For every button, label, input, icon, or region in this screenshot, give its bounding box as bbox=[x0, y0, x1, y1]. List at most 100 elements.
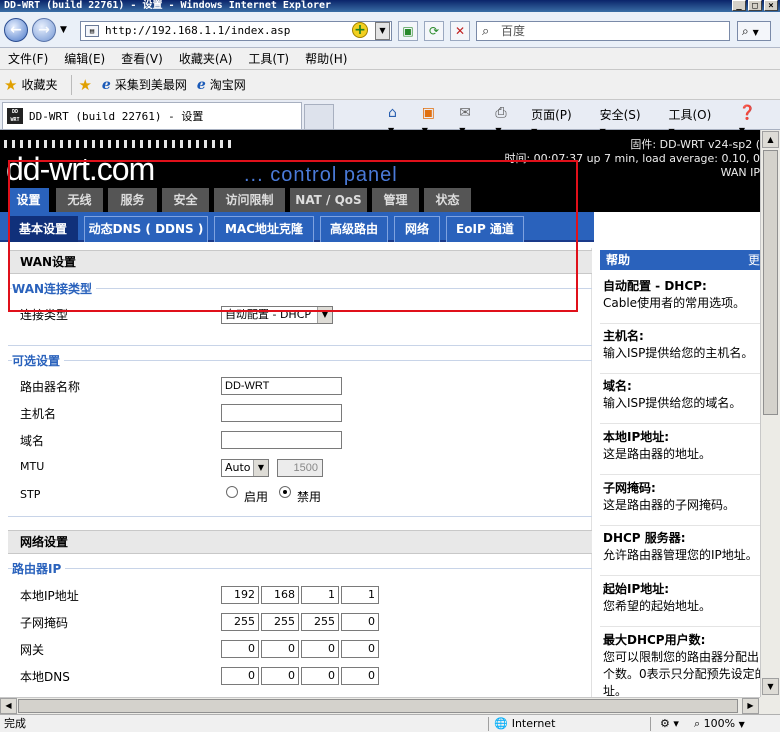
security-zone[interactable]: 🌐 Internet bbox=[494, 715, 555, 732]
ip-octet-input[interactable]: 0 bbox=[341, 667, 379, 685]
vertical-scrollbar[interactable]: ▲ ▼ bbox=[760, 130, 780, 697]
subtab-ddns[interactable]: 动态DNS ( DDNS ) bbox=[84, 216, 208, 242]
protected-mode-icon[interactable]: ⚙ ▾ bbox=[660, 715, 679, 732]
forward-arrow-icon: → bbox=[38, 22, 50, 38]
stp-disable-radio[interactable] bbox=[279, 486, 291, 498]
ip-octet-input[interactable]: 168 bbox=[261, 586, 299, 604]
search-button[interactable]: ⌕ ▼ bbox=[737, 21, 771, 41]
header-dots-decoration bbox=[4, 140, 234, 148]
connection-type-select[interactable]: 自动配置 - DHCP ▼ bbox=[221, 306, 333, 324]
scroll-right-icon[interactable]: ▶ bbox=[742, 698, 759, 714]
browser-tab-active[interactable]: DD WRT DD-WRT (build 22761) - 设置 bbox=[2, 102, 302, 129]
horizontal-scroll-thumb[interactable] bbox=[18, 699, 738, 713]
help-item: 最大DHCP用户数: 您可以限制您的路由器分配出的地址个数。0表示只分配预先设定的… bbox=[600, 632, 760, 697]
mtu-value-input[interactable]: 1500 bbox=[277, 459, 323, 477]
vertical-scroll-thumb[interactable] bbox=[763, 150, 778, 415]
ie-page-icon: e bbox=[196, 76, 206, 93]
tab-nat-qos[interactable]: NAT / QoS bbox=[290, 188, 368, 212]
ip-row-label: 本地DNS bbox=[20, 670, 70, 684]
menu-tools[interactable]: 工具(T) bbox=[242, 50, 295, 67]
address-dropdown-button[interactable]: ▼ bbox=[375, 22, 390, 40]
add-favorite-button[interactable]: ★ bbox=[78, 76, 91, 94]
ip-octet-input[interactable]: 255 bbox=[261, 613, 299, 631]
help-item-desc: 您希望的起始地址。 bbox=[603, 599, 712, 613]
ip-octet-input[interactable]: 192 bbox=[221, 586, 259, 604]
ie-page-icon: e bbox=[101, 76, 111, 93]
router-name-input[interactable]: DD-WRT bbox=[221, 377, 342, 395]
help-item: 自动配置 - DHCP: Cable使用者的常用选项。 bbox=[600, 278, 760, 324]
menu-help[interactable]: 帮助(H) bbox=[299, 50, 353, 67]
scroll-up-icon[interactable]: ▲ bbox=[762, 131, 779, 148]
ip-octet-input[interactable]: 255 bbox=[301, 613, 339, 631]
menu-edit[interactable]: 编辑(E) bbox=[58, 50, 111, 67]
ip-octet-input[interactable]: 1 bbox=[301, 586, 339, 604]
firmware-info: 固件: DD-WRT v24-sp2 ( 时间: 00:07:37 up 7 m… bbox=[504, 138, 760, 180]
tab-services[interactable]: 服务 bbox=[108, 188, 158, 212]
horizontal-scrollbar[interactable]: ◀ ▶ bbox=[0, 697, 760, 714]
ip-octet-input[interactable]: 0 bbox=[261, 640, 299, 658]
help-item: 起始IP地址: 您希望的起始地址。 bbox=[600, 581, 760, 627]
favorites-button[interactable]: ★ 收藏夹 bbox=[4, 76, 57, 94]
subtab-mac-clone[interactable]: MAC地址克隆 bbox=[214, 216, 314, 242]
favorite-link-2[interactable]: e 淘宝网 bbox=[197, 76, 246, 93]
scroll-down-icon[interactable]: ▼ bbox=[762, 678, 779, 695]
tab-administration[interactable]: 管理 bbox=[372, 188, 420, 212]
control-panel-subtitle: ... control panel bbox=[244, 164, 398, 186]
ip-octet-input[interactable]: 0 bbox=[221, 640, 259, 658]
refresh-icon[interactable]: ⟳ bbox=[424, 21, 444, 41]
ip-octet-input[interactable]: 0 bbox=[341, 613, 379, 631]
zoom-control[interactable]: ⌕ 100% ▼ bbox=[694, 715, 745, 732]
new-tab-button[interactable] bbox=[304, 104, 334, 129]
hostname-input[interactable] bbox=[221, 404, 342, 422]
mtu-mode-select[interactable]: Auto ▼ bbox=[221, 459, 269, 477]
maximize-button[interactable]: □ bbox=[748, 0, 762, 11]
scroll-left-icon[interactable]: ◀ bbox=[0, 698, 17, 714]
tab-wireless[interactable]: 无线 bbox=[56, 188, 104, 212]
ip-octet-input[interactable]: 0 bbox=[301, 640, 339, 658]
ip-octet-input[interactable]: 0 bbox=[341, 640, 379, 658]
tab-status[interactable]: 状态 bbox=[424, 188, 472, 212]
window-title: DD-WRT (build 22761) - 设置 - Windows Inte… bbox=[4, 0, 332, 11]
tab-security[interactable]: 安全 bbox=[162, 188, 210, 212]
ip-octet-input[interactable]: 255 bbox=[221, 613, 259, 631]
help-more-link[interactable]: 更 bbox=[748, 250, 760, 270]
subtab-networking[interactable]: 网络 bbox=[394, 216, 440, 242]
history-dropdown-icon[interactable]: ▼ bbox=[60, 25, 67, 35]
search-input[interactable]: ⌕ 百度 bbox=[476, 21, 730, 41]
help-item-title: 自动配置 - DHCP: bbox=[603, 279, 707, 293]
ip-octet-input[interactable]: 0 bbox=[301, 667, 339, 685]
stop-icon[interactable]: ✕ bbox=[450, 21, 470, 41]
tab-setup[interactable]: 设置 bbox=[8, 188, 50, 212]
subtab-eoip-tunnel[interactable]: EoIP 通道 bbox=[446, 216, 524, 242]
favorite-link-1[interactable]: e 采集到美最网 bbox=[102, 76, 187, 93]
tools-menu-label: 工具(O) bbox=[668, 107, 712, 122]
menu-favorites[interactable]: 收藏夹(A) bbox=[173, 50, 239, 67]
ip-octet-input[interactable]: 0 bbox=[261, 667, 299, 685]
help-item: 本地IP地址: 这是路由器的地址。 bbox=[600, 429, 760, 475]
help-title: 帮助 bbox=[606, 253, 631, 267]
stp-enable-radio[interactable] bbox=[226, 486, 238, 498]
back-button[interactable]: ← bbox=[4, 18, 28, 42]
status-separator bbox=[488, 717, 489, 731]
connection-type-value: 自动配置 - DHCP bbox=[225, 308, 312, 321]
close-window-button[interactable]: × bbox=[764, 0, 778, 11]
menu-view[interactable]: 查看(V) bbox=[115, 50, 169, 67]
subtab-basic-setup[interactable]: 基本设置 bbox=[8, 216, 78, 242]
optional-settings-legend: 可选设置 bbox=[12, 352, 65, 369]
minimize-button[interactable]: _ bbox=[732, 0, 746, 11]
ip-octet-input[interactable]: 0 bbox=[221, 667, 259, 685]
go-icon[interactable]: + bbox=[352, 22, 368, 38]
forward-button[interactable]: → bbox=[32, 18, 56, 42]
help-item-desc: 输入ISP提供给您的域名。 bbox=[603, 396, 742, 410]
menu-file[interactable]: 文件(F) bbox=[2, 50, 54, 67]
zoom-level: 100% bbox=[703, 717, 736, 730]
address-input[interactable]: ▤ http://192.168.1.1/index.asp bbox=[80, 21, 392, 41]
tab-access-restrictions[interactable]: 访问限制 bbox=[214, 188, 286, 212]
compatibility-icon[interactable]: ▣ bbox=[398, 21, 418, 41]
subtab-advanced-routing[interactable]: 高级路由 bbox=[320, 216, 388, 242]
search-icon: ⌕ bbox=[482, 24, 490, 39]
domain-name-input[interactable] bbox=[221, 431, 342, 449]
search-dropdown-icon: ▼ bbox=[752, 28, 759, 37]
ip-octet-input[interactable]: 1 bbox=[341, 586, 379, 604]
wan-connection-type-legend: WAN连接类型 bbox=[12, 280, 97, 297]
